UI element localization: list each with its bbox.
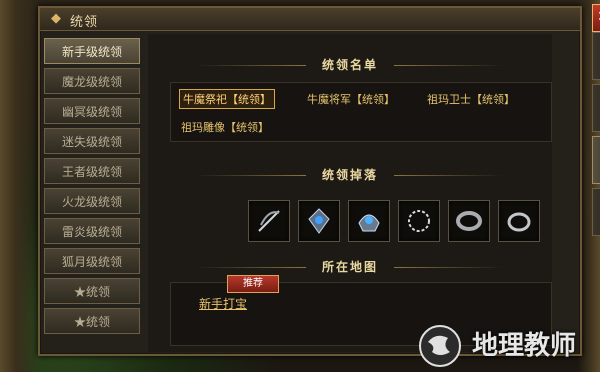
game-background: ◆ 统领 ✕ 新手级统领 魔龙级统领 幽冥级统领 迷失级统领 王者级统领 火龙级… bbox=[0, 0, 600, 372]
leader-name-item[interactable]: 牛魔祭祀【统领】 bbox=[179, 89, 275, 109]
section-title-drops: 统领掉落 bbox=[148, 166, 552, 184]
level-tab-lost[interactable]: 迷失级统领 bbox=[44, 128, 140, 154]
leader-name-item[interactable]: 祖玛雕像【统领】 bbox=[181, 119, 269, 135]
dragon-decoration-left bbox=[0, 0, 40, 372]
level-tab-fox-moon[interactable]: 狐月级统领 bbox=[44, 248, 140, 274]
bracelet-icon bbox=[456, 211, 482, 231]
level-tab-netherworld[interactable]: 幽冥级统领 bbox=[44, 98, 140, 124]
blue-gem-armor-icon bbox=[308, 208, 330, 234]
side-tab-leader[interactable]: 统领 bbox=[592, 136, 600, 184]
level-tab-fire-dragon[interactable]: 火龙级统领 bbox=[44, 188, 140, 214]
weapon-bow-icon bbox=[258, 210, 280, 232]
drop-slot[interactable] bbox=[298, 200, 340, 242]
level-tab-star-1[interactable]: ★统领 bbox=[44, 278, 140, 304]
drop-items bbox=[246, 200, 546, 244]
section-title-names: 统领名单 bbox=[148, 56, 552, 74]
leader-window: ◆ 统领 ✕ 新手级统领 魔龙级统领 幽冥级统领 迷失级统领 王者级统领 火龙级… bbox=[38, 4, 600, 356]
map-link[interactable]: 新手打宝 bbox=[199, 295, 247, 312]
blue-gem-helmet-icon bbox=[358, 214, 380, 232]
section-title-map: 所在地图 bbox=[148, 258, 552, 276]
necklace-icon bbox=[408, 210, 430, 232]
drop-slot[interactable] bbox=[498, 200, 540, 242]
level-tab-dragon[interactable]: 魔龙级统领 bbox=[44, 68, 140, 94]
side-tab-divine[interactable]: 神域 bbox=[592, 32, 600, 80]
leader-name-item[interactable]: 牛魔将军【统领】 bbox=[307, 91, 395, 107]
watermark-text: 地理教师 bbox=[472, 331, 577, 361]
level-tab-king[interactable]: 王者级统领 bbox=[44, 158, 140, 184]
side-tab-activity[interactable]: 活动 bbox=[592, 188, 600, 236]
leader-name-list: 牛魔祭祀【统领】 牛魔将军【统领】 祖玛卫士【统领】 祖玛雕像【统领】 bbox=[170, 82, 552, 142]
drop-slot[interactable] bbox=[448, 200, 490, 242]
watermark: 地理教师 bbox=[418, 324, 594, 368]
titlebar: ◆ 统领 ✕ bbox=[40, 4, 600, 32]
globe-logo-icon bbox=[419, 325, 461, 367]
side-tabs: 神域 霸主 统领 活动 bbox=[592, 32, 600, 240]
leader-name-item[interactable]: 祖玛卫士【统领】 bbox=[427, 91, 515, 107]
ring-icon bbox=[507, 212, 531, 232]
close-button[interactable]: ✕ bbox=[592, 4, 600, 32]
drop-slot[interactable] bbox=[248, 200, 290, 242]
recommend-badge: 推荐 bbox=[227, 275, 279, 293]
side-tab-overlord[interactable]: 霸主 bbox=[592, 84, 600, 132]
level-tab-novice[interactable]: 新手级统领 bbox=[44, 38, 140, 64]
level-list: 新手级统领 魔龙级统领 幽冥级统领 迷失级统领 王者级统领 火龙级统领 雷炎级统… bbox=[44, 38, 140, 338]
window-title: 统领 bbox=[70, 14, 99, 29]
drop-slot[interactable] bbox=[348, 200, 390, 242]
main-panel: 统领名单 牛魔祭祀【统领】 牛魔将军【统领】 祖玛卫士【统领】 祖玛雕像【统领】… bbox=[148, 34, 552, 352]
window-emblem-icon: ◆ bbox=[51, 11, 61, 26]
level-tab-star-2[interactable]: ★统领 bbox=[44, 308, 140, 334]
level-tab-thunder[interactable]: 雷炎级统领 bbox=[44, 218, 140, 244]
drop-slot[interactable] bbox=[398, 200, 440, 242]
